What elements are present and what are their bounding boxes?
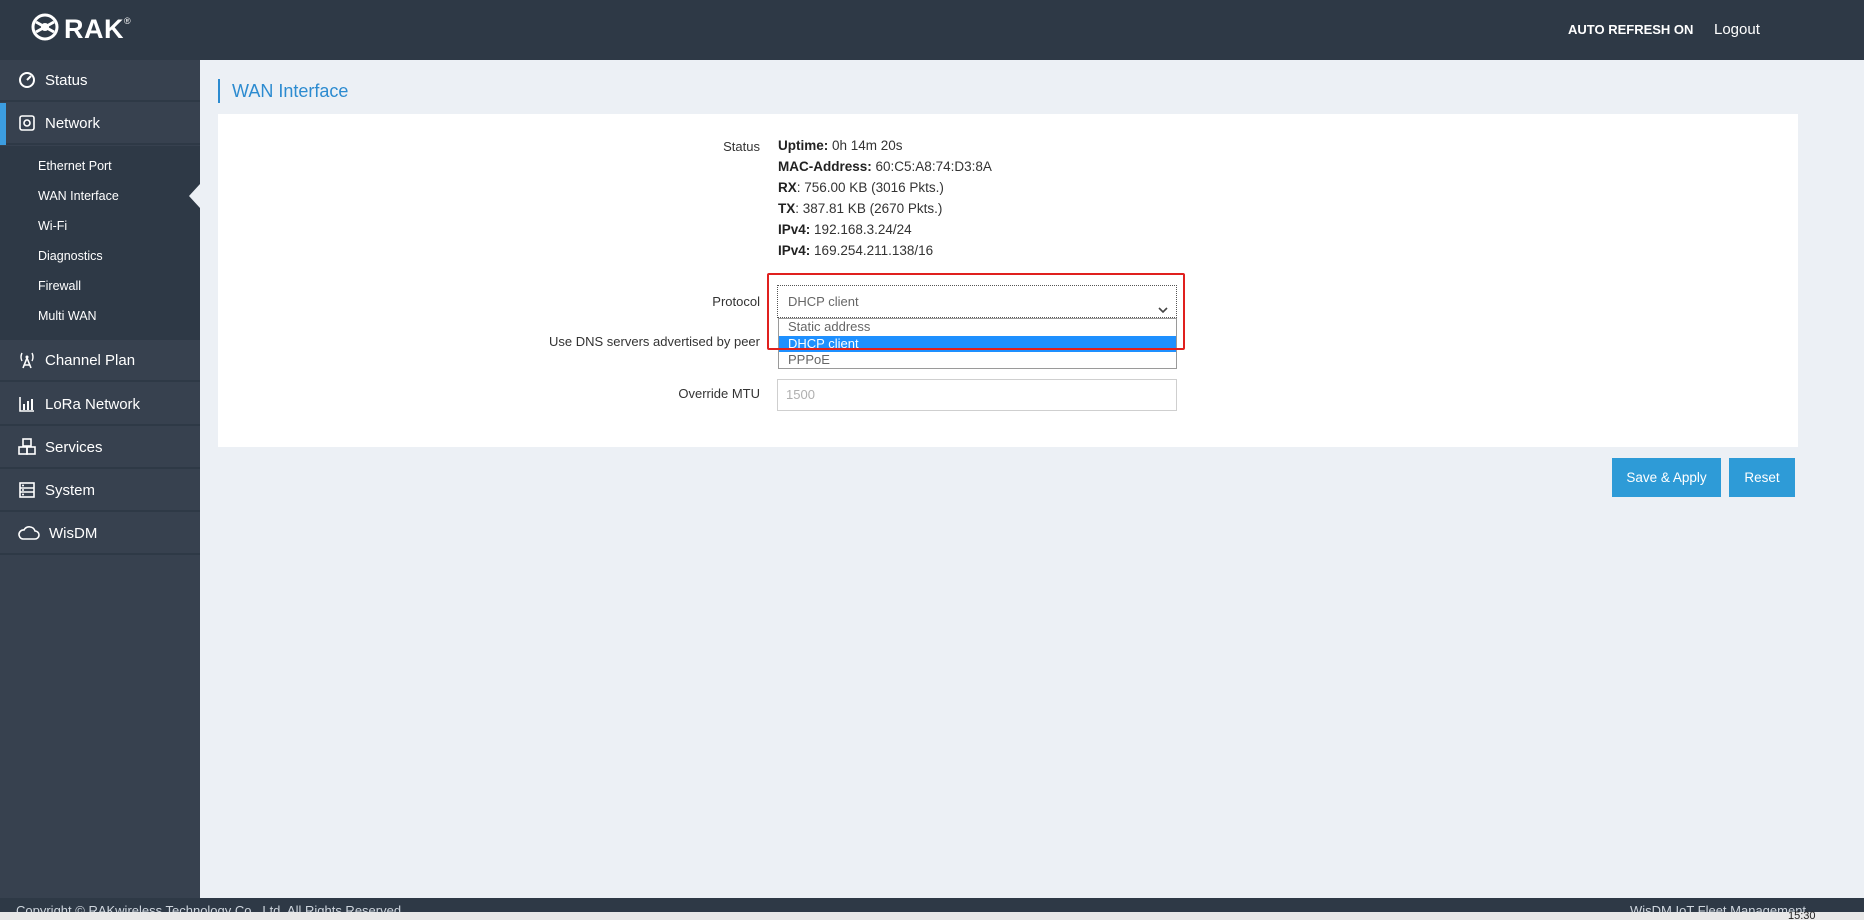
rx-row: RX: 756.00 KB (3016 Pkts.) — [778, 177, 992, 198]
dashboard-icon — [18, 71, 36, 89]
sidebar-subitem-diagnostics[interactable]: Diagnostics — [38, 249, 103, 263]
sidebar-item-label: Status — [45, 71, 88, 89]
tx-value: : 387.81 KB (2670 Pkts.) — [795, 201, 943, 216]
network-submenu: Ethernet Port WAN Interface Wi-Fi Diagno… — [0, 146, 200, 342]
server-icon — [18, 481, 36, 499]
antenna-icon — [18, 351, 36, 369]
registered-mark: ® — [124, 16, 131, 26]
sidebar-item-label: System — [45, 481, 96, 499]
mtu-label: Override MTU — [678, 386, 760, 401]
network-icon — [18, 114, 36, 132]
mac-value: 60:C5:A8:74:D3:8A — [875, 159, 992, 174]
ipv4-value: 169.254.211.138/16 — [814, 243, 934, 258]
ipv4-row: IPv4: 192.168.3.24/24 — [778, 219, 992, 240]
sidebar-item-wisdm[interactable]: WisDM — [0, 513, 200, 555]
status-details: Uptime: 0h 14m 20s MAC-Address: 60:C5:A8… — [778, 135, 992, 261]
mac-row: MAC-Address: 60:C5:A8:74:D3:8A — [778, 156, 992, 177]
tx-key: TX — [778, 201, 796, 216]
bar-chart-icon — [18, 395, 36, 413]
rak-logo[interactable]: RAK ® — [30, 13, 131, 45]
reset-button[interactable]: Reset — [1729, 458, 1795, 497]
top-header: RAK ® AUTO REFRESH ON Logout — [0, 0, 1864, 60]
cubes-icon — [18, 438, 36, 456]
highlight-box — [767, 273, 1185, 350]
page-title: WAN Interface — [218, 79, 348, 103]
protocol-option-pppoe[interactable]: PPPoE — [779, 352, 1176, 369]
active-indicator-arrow — [189, 184, 200, 208]
auto-refresh-toggle[interactable]: AUTO REFRESH ON — [1568, 22, 1693, 37]
sidebar-item-channel-plan[interactable]: Channel Plan — [0, 340, 200, 382]
cloud-icon — [18, 524, 40, 542]
logo-text: RAK — [64, 13, 124, 44]
ipv4-value: 192.168.3.24/24 — [814, 222, 912, 237]
sidebar-subitem-wan-interface[interactable]: WAN Interface — [38, 189, 119, 203]
sidebar-subitem-ethernet-port[interactable]: Ethernet Port — [38, 159, 112, 173]
dns-label: Use DNS servers advertised by peer — [549, 334, 760, 349]
sidebar-item-label: Channel Plan — [45, 351, 136, 369]
os-taskbar — [0, 912, 1864, 920]
sidebar-subitem-firewall[interactable]: Firewall — [38, 279, 81, 293]
sidebar-item-status[interactable]: Status — [0, 60, 200, 102]
rx-value: : 756.00 KB (3016 Pkts.) — [796, 180, 944, 195]
mac-key: MAC-Address: — [778, 159, 872, 174]
sidebar-item-label: LoRa Network — [45, 395, 141, 413]
rak-logo-icon — [30, 12, 60, 47]
sidebar-item-services[interactable]: Services — [0, 427, 200, 469]
sidebar-item-label: Network — [45, 114, 101, 132]
sidebar-item-lora-network[interactable]: LoRa Network — [0, 384, 200, 426]
ipv4-row: IPv4: 169.254.211.138/16 — [778, 240, 992, 261]
sidebar-subitem-wifi[interactable]: Wi-Fi — [38, 219, 67, 233]
sidebar-item-label: WisDM — [49, 524, 98, 542]
sidebar-item-network[interactable]: Network — [0, 103, 200, 145]
save-apply-button[interactable]: Save & Apply — [1612, 458, 1721, 497]
ipv4-key: IPv4: — [778, 222, 811, 237]
sidebar-subitem-multi-wan[interactable]: Multi WAN — [38, 309, 97, 323]
logout-link[interactable]: Logout — [1714, 21, 1760, 38]
status-label: Status — [723, 139, 760, 154]
uptime-key: Uptime: — [778, 138, 829, 153]
sidebar-item-system[interactable]: System — [0, 470, 200, 512]
uptime-row: Uptime: 0h 14m 20s — [778, 135, 992, 156]
ipv4-key: IPv4: — [778, 243, 811, 258]
sidebar-item-label: Services — [45, 438, 103, 456]
tx-row: TX: 387.81 KB (2670 Pkts.) — [778, 198, 992, 219]
rx-key: RX — [778, 180, 797, 195]
protocol-label: Protocol — [712, 294, 760, 309]
uptime-value: 0h 14m 20s — [832, 138, 903, 153]
mtu-input[interactable]: 1500 — [777, 379, 1177, 411]
taskbar-clock: 15:30 — [1788, 910, 1816, 920]
